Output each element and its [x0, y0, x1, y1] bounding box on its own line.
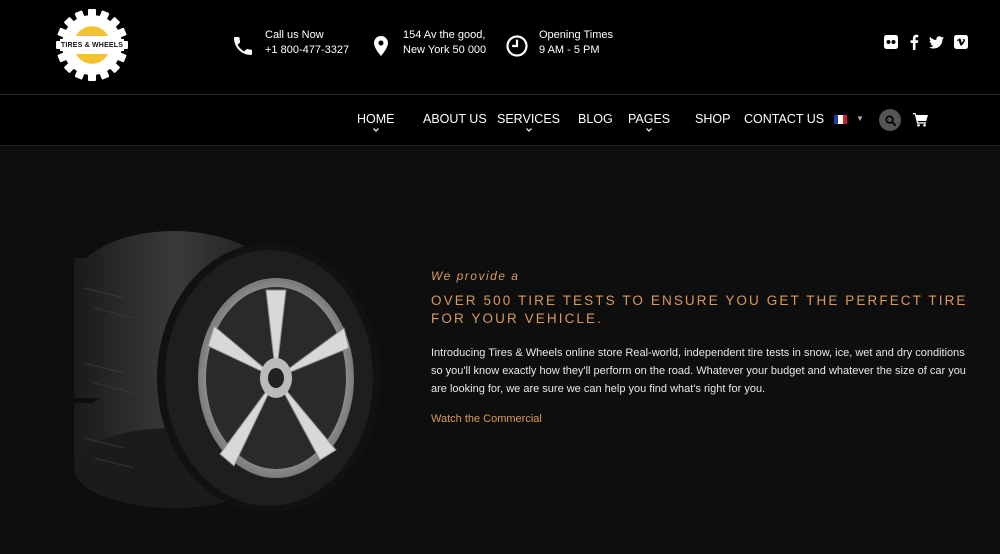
cart-icon: [913, 113, 928, 127]
hours-value: 9 AM - 5 PM: [539, 44, 600, 56]
nav-blog-label: BLOG: [578, 112, 613, 126]
nav-services[interactable]: SERVICES: [497, 112, 560, 132]
twitter-icon[interactable]: [928, 34, 944, 50]
map-pin-icon: [374, 36, 388, 56]
contact-address: 154 Av the good, New York 50 000: [369, 28, 486, 59]
watch-commercial-link[interactable]: Watch the Commercial: [431, 413, 542, 425]
caret-down-icon[interactable]: ▼: [856, 114, 864, 123]
hero-description: Introducing Tires & Wheels online store …: [431, 347, 966, 395]
nav-contact-label: CONTACT US: [744, 112, 825, 126]
phone-icon: [234, 37, 252, 55]
address-line2: New York 50 000: [403, 44, 487, 56]
contact-hours: Opening Times 9 AM - 5 PM: [505, 28, 613, 59]
site-logo[interactable]: TIRES & WHEELS: [56, 8, 128, 82]
logo-text: TIRES & WHEELS: [60, 42, 124, 49]
nav-shop-label: SHOP: [695, 112, 731, 126]
chevron-down-icon: [646, 128, 653, 132]
cart-button[interactable]: [913, 112, 929, 128]
chevron-down-icon: [525, 128, 532, 132]
flickr-icon[interactable]: [883, 34, 899, 50]
nav-contact-us[interactable]: CONTACT US: [744, 112, 824, 126]
hero-kicker: We provide a: [431, 269, 520, 283]
facebook-icon[interactable]: [906, 34, 922, 50]
nav-about-label: ABOUT US: [423, 112, 487, 126]
call-number[interactable]: +1 800-477-3327: [265, 43, 349, 58]
hours-label: Opening Times: [539, 29, 613, 41]
nav-blog[interactable]: BLOG: [578, 112, 613, 126]
nav-pages-label: PAGES: [628, 112, 671, 126]
top-header: TIRES & WHEELS Call us Now +1 800-477-33…: [0, 0, 1000, 94]
nav-shop[interactable]: SHOP: [695, 112, 730, 126]
vimeo-icon[interactable]: [953, 34, 969, 50]
tires-image: [74, 231, 381, 513]
nav-services-label: SERVICES: [497, 112, 560, 126]
nav-about-us[interactable]: ABOUT US: [423, 112, 487, 126]
contact-call: Call us Now +1 800-477-3327: [231, 28, 349, 59]
nav-pages[interactable]: PAGES: [628, 112, 671, 132]
clock-icon: [506, 35, 528, 57]
hero-headline: OVER 500 TIRE TESTS TO ENSURE YOU GET TH…: [431, 293, 968, 326]
nav-home-label: HOME: [357, 112, 395, 126]
search-button[interactable]: [879, 109, 901, 131]
nav-home[interactable]: HOME: [357, 112, 395, 132]
french-flag-icon[interactable]: [834, 115, 847, 124]
search-icon: [884, 114, 896, 126]
call-label: Call us Now: [265, 29, 324, 41]
chevron-down-icon: [372, 128, 379, 132]
address-line1: 154 Av the good,: [403, 29, 486, 41]
